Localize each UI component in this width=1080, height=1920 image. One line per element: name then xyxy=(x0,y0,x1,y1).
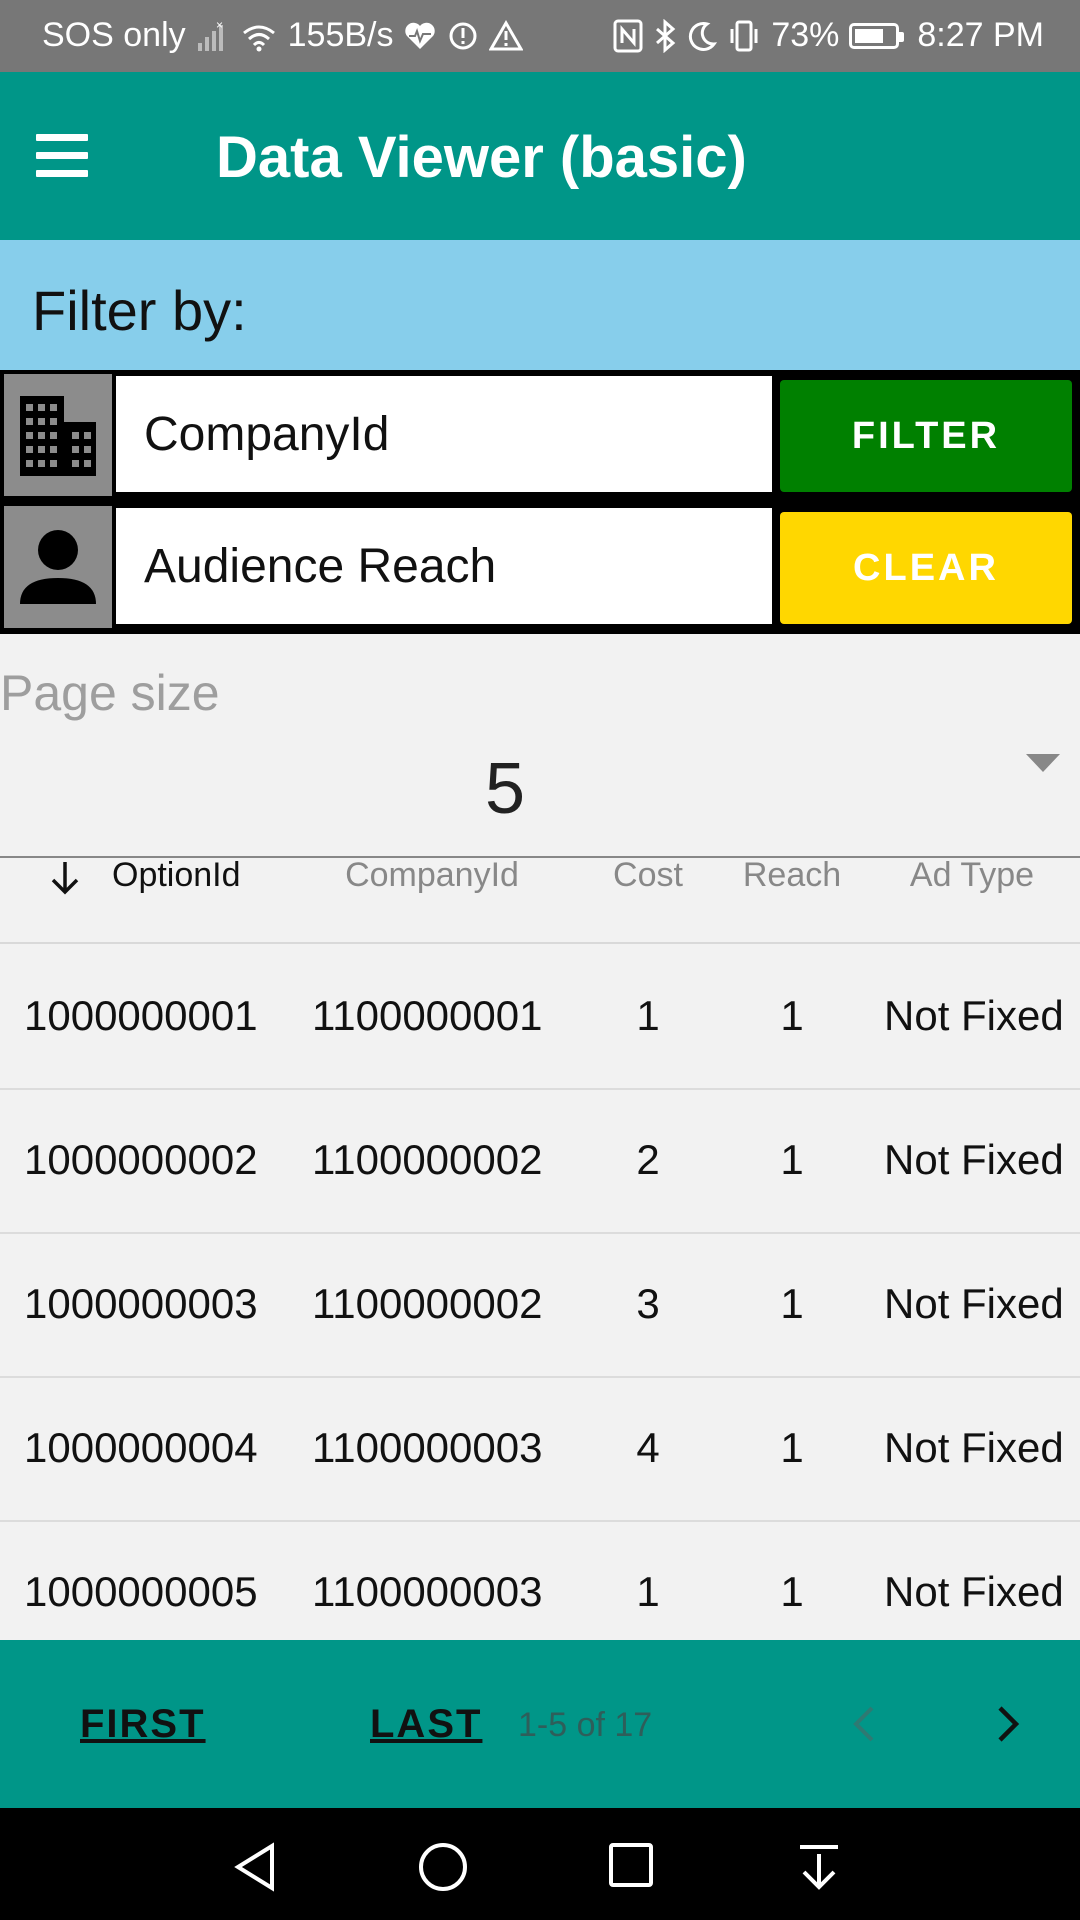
battery-fill xyxy=(855,28,884,43)
filter-row-company: FILTER xyxy=(0,370,1080,502)
filter-button[interactable]: FILTER xyxy=(780,380,1072,492)
table-header: OptionId CompanyId Cost Reach Ad Type xyxy=(0,858,1080,944)
last-page-link[interactable]: LAST xyxy=(370,1702,482,1747)
app-title: Data Viewer (basic) xyxy=(216,125,747,190)
cell-option-id: 1000000001 xyxy=(24,992,258,1039)
first-page-link[interactable]: FIRST xyxy=(80,1702,206,1747)
cell-company-id: 1100000002 xyxy=(312,1136,543,1183)
column-header-ad-type[interactable]: Ad Type xyxy=(880,858,1064,942)
column-header-label: Cost xyxy=(613,856,683,894)
audience-reach-field[interactable] xyxy=(116,508,772,624)
column-header-label: CompanyId xyxy=(345,856,519,894)
network-speed-text: 155B/s xyxy=(287,16,394,54)
wifi-icon xyxy=(242,25,275,51)
person-icon xyxy=(20,530,96,604)
cell-company-id: 1100000002 xyxy=(312,1280,543,1327)
cell-option-id: 1000000002 xyxy=(24,1136,258,1183)
cell-reach: 1 xyxy=(780,992,804,1039)
page-size-select[interactable]: 5 xyxy=(0,730,1080,858)
cell-reach: 1 xyxy=(780,1136,804,1183)
column-header-label: Reach xyxy=(742,856,842,894)
heart-rate-icon xyxy=(405,22,436,49)
column-header-option-id[interactable]: OptionId xyxy=(40,858,300,942)
audience-icon-box xyxy=(4,506,112,628)
cell-reach: 1 xyxy=(780,1280,804,1327)
warning-icon xyxy=(489,19,524,50)
table-row[interactable]: 1000000002 1100000002 2 1 Not Fixed xyxy=(0,1088,1080,1234)
column-header-label: Ad Type xyxy=(909,856,1035,894)
cell-option-id: 1000000004 xyxy=(24,1424,258,1471)
nfc-icon xyxy=(613,19,643,52)
vibrate-icon xyxy=(730,20,758,51)
carrier-text: SOS only xyxy=(42,16,186,54)
next-page-icon[interactable] xyxy=(990,1702,1026,1746)
cell-cost: 2 xyxy=(636,1136,660,1183)
company-id-field[interactable] xyxy=(116,376,772,492)
table-row[interactable]: 1000000004 1100000003 4 1 Not Fixed xyxy=(0,1376,1080,1522)
cell-cost: 1 xyxy=(636,992,660,1039)
table-row[interactable]: 1000000001 1100000001 1 1 Not Fixed xyxy=(0,944,1080,1090)
signal-icon: × xyxy=(197,19,223,51)
column-header-label: OptionId xyxy=(112,856,241,894)
cell-cost: 3 xyxy=(636,1280,660,1327)
building-icon xyxy=(20,396,96,476)
table-row[interactable]: 1000000003 1100000002 3 1 Not Fixed xyxy=(0,1232,1080,1378)
filter-header: Filter by: xyxy=(0,240,1080,370)
column-header-company-id[interactable]: CompanyId xyxy=(300,858,564,942)
moon-icon xyxy=(689,21,718,51)
battery-percent-text: 73% xyxy=(771,16,840,54)
cell-reach: 1 xyxy=(780,1424,804,1471)
pager-bar: FIRST LAST 1-5 of 17 xyxy=(0,1640,1080,1808)
back-icon[interactable] xyxy=(232,1842,278,1892)
home-icon[interactable] xyxy=(418,1842,468,1892)
pager-range-text: 1-5 of 17 xyxy=(518,1706,653,1744)
column-header-reach[interactable]: Reach xyxy=(730,858,854,942)
cell-ad-type: Not Fixed xyxy=(884,1280,1064,1327)
status-bar: SOS only × 155B/s 73% 8:27 PM xyxy=(0,0,1080,72)
filter-row-audience: CLEAR xyxy=(0,502,1080,634)
cell-cost: 4 xyxy=(636,1424,660,1471)
filter-header-label: Filter by: xyxy=(32,279,247,342)
notification-pulldown-icon[interactable] xyxy=(796,1842,842,1892)
app-bar: Data Viewer (basic) xyxy=(0,72,1080,240)
page-size-label: Page size xyxy=(0,665,220,721)
cell-ad-type: Not Fixed xyxy=(884,992,1064,1039)
battery-icon xyxy=(849,22,905,49)
time-text: 8:27 PM xyxy=(917,16,1044,54)
dropdown-arrow-icon xyxy=(1026,754,1060,772)
page-size-value: 5 xyxy=(485,749,526,829)
recents-icon[interactable] xyxy=(608,1842,654,1888)
menu-icon[interactable] xyxy=(36,134,88,178)
bluetooth-icon xyxy=(656,18,676,53)
cell-ad-type: Not Fixed xyxy=(884,1424,1064,1471)
previous-page-icon[interactable] xyxy=(846,1702,882,1746)
cell-ad-type: Not Fixed xyxy=(884,1136,1064,1183)
company-icon-box xyxy=(4,374,112,496)
cell-company-id: 1100000001 xyxy=(312,992,543,1039)
clear-button[interactable]: CLEAR xyxy=(780,512,1072,624)
status-right: 73% 8:27 PM xyxy=(613,16,1044,55)
status-left: SOS only × 155B/s xyxy=(42,16,524,55)
cell-company-id: 1100000003 xyxy=(312,1424,543,1471)
svg-text:×: × xyxy=(216,19,223,32)
system-nav-bar xyxy=(0,1808,1080,1920)
column-header-cost[interactable]: Cost xyxy=(590,858,706,942)
cell-option-id: 1000000003 xyxy=(24,1280,258,1327)
alert-circle-icon xyxy=(449,22,477,49)
